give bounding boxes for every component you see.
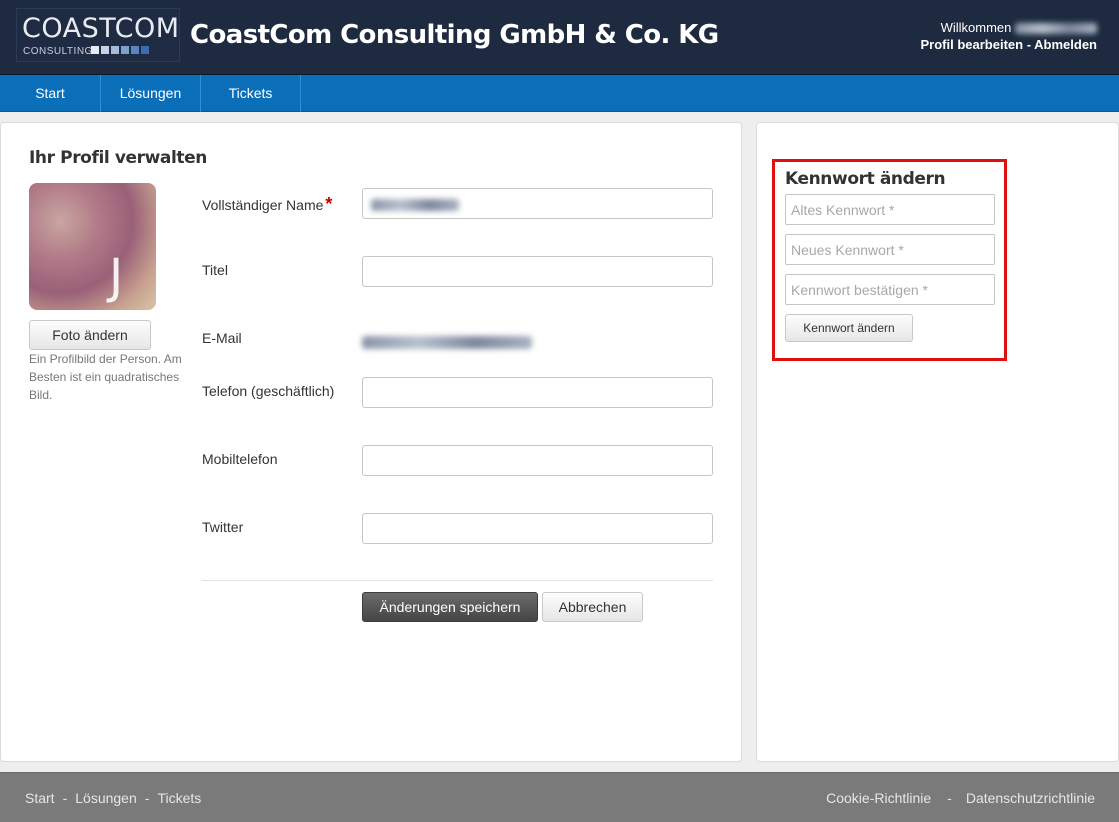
email-value xyxy=(362,333,532,349)
company-title: CoastCom Consulting GmbH & Co. KG xyxy=(190,20,719,50)
logo-sub-text: CONSULTING xyxy=(23,46,93,57)
profile-avatar: J xyxy=(29,183,156,310)
old-password-field[interactable] xyxy=(785,194,995,225)
title-label: Titel xyxy=(202,262,228,278)
footer-link-start[interactable]: Start xyxy=(25,790,55,806)
logo-square xyxy=(131,46,139,54)
required-marker: * xyxy=(325,194,333,214)
full-name-label-text: Vollständiger Name xyxy=(202,197,324,213)
cancel-button[interactable]: Abbrechen xyxy=(542,592,643,622)
company-logo[interactable]: COASTCOM CONSULTING xyxy=(16,8,180,62)
twitter-field[interactable] xyxy=(362,513,713,544)
confirm-password-field[interactable] xyxy=(785,274,995,305)
phone-field[interactable] xyxy=(362,377,713,408)
nav-item-tickets[interactable]: Tickets xyxy=(201,75,301,112)
footer: Start - Lösungen - Tickets Cookie-Richtlinie… xyxy=(0,772,1119,822)
full-name-label: Vollständiger Name * xyxy=(202,194,332,215)
title-field[interactable] xyxy=(362,256,713,287)
header: COASTCOM CONSULTING CoastCom Consulting … xyxy=(0,0,1119,75)
redacted-name-value xyxy=(371,199,459,211)
new-password-field[interactable] xyxy=(785,234,995,265)
logo-square xyxy=(111,46,119,54)
mobile-field[interactable] xyxy=(362,445,713,476)
footer-legal: Cookie-Richtlinie - Datenschutzrichtlinie xyxy=(826,790,1095,806)
photo-help-text: Ein Profilbild der Person. Am Besten ist… xyxy=(29,352,182,402)
edit-profile-link[interactable]: Profil bearbeiten xyxy=(921,37,1024,52)
avatar-letter: J xyxy=(109,249,124,305)
footer-nav: Start - Lösungen - Tickets xyxy=(25,790,201,806)
logo-main-text: COASTCOM xyxy=(22,13,180,44)
logo-squares xyxy=(91,46,149,54)
save-button[interactable]: Änderungen speichern xyxy=(362,592,538,622)
logo-square xyxy=(121,46,129,54)
logout-link[interactable]: Abmelden xyxy=(1034,37,1097,52)
user-area: Willkommen Profil bearbeiten - Abmelden xyxy=(921,19,1097,53)
welcome-text: Willkommen xyxy=(940,20,1012,35)
main-nav: Start Lösungen Tickets xyxy=(0,75,1119,112)
footer-link-loesungen[interactable]: Lösungen xyxy=(75,790,137,806)
email-label: E-Mail xyxy=(202,330,242,346)
footer-link-tickets[interactable]: Tickets xyxy=(157,790,201,806)
form-divider xyxy=(202,580,713,581)
footer-separator: - xyxy=(947,790,952,806)
nav-item-start[interactable]: Start xyxy=(0,75,101,112)
profile-title: Ihr Profil verwalten xyxy=(29,148,207,168)
footer-link-cookie[interactable]: Cookie-Richtlinie xyxy=(826,790,931,806)
twitter-label: Twitter xyxy=(202,519,244,535)
change-password-button[interactable]: Kennwort ändern xyxy=(785,314,913,342)
redacted-email xyxy=(362,335,532,349)
password-title: Kennwort ändern xyxy=(785,169,946,189)
full-name-field[interactable] xyxy=(362,188,713,219)
footer-link-privacy[interactable]: Datenschutzrichtlinie xyxy=(966,790,1095,806)
redacted-username xyxy=(1015,23,1097,35)
footer-separator: - xyxy=(62,790,68,806)
logo-square xyxy=(91,46,99,54)
phone-label: Telefon (geschäftlich) xyxy=(202,383,335,399)
logo-square xyxy=(101,46,109,54)
link-separator: - xyxy=(1023,37,1035,52)
change-photo-button[interactable]: Foto ändern xyxy=(29,320,151,350)
mobile-label: Mobiltelefon xyxy=(202,451,278,467)
footer-separator: - xyxy=(144,790,150,806)
nav-item-loesungen[interactable]: Lösungen xyxy=(101,75,201,112)
logo-square xyxy=(141,46,149,54)
